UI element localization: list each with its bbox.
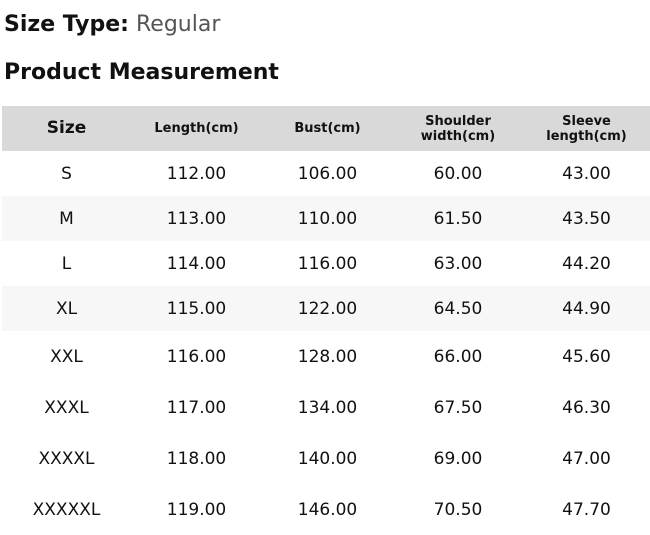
- size-type-line: Size Type: Regular: [4, 10, 220, 40]
- header-bust: Bust(cm): [262, 106, 393, 151]
- cell-length: 112.00: [166, 163, 227, 184]
- cell-sleeve-length: 47.00: [562, 448, 611, 469]
- cell-size: XXL: [50, 346, 83, 367]
- cell-size: XXXL: [44, 397, 89, 418]
- header-sleeve-length: Sleeve length(cm): [523, 106, 650, 151]
- cell-sleeve-length: 46.30: [562, 397, 611, 418]
- cell-size: L: [61, 253, 72, 274]
- cell-bust: 116.00: [297, 253, 358, 274]
- measurement-table: Size Length(cm) Bust(cm) Shoulder width(…: [2, 106, 650, 535]
- table-row: M 113.00 110.00 61.50 43.50: [2, 196, 650, 241]
- cell-sleeve-length: 43.50: [523, 196, 650, 241]
- size-type-label: Size Type:: [4, 12, 129, 37]
- size-type-value: Regular: [135, 12, 221, 37]
- cell-shoulder-width: 67.50: [433, 397, 483, 418]
- cell-shoulder-width: 66.00: [433, 346, 483, 367]
- cell-sleeve-length: 44.20: [562, 253, 611, 274]
- cell-bust: 110.00: [262, 196, 393, 241]
- cell-sleeve-length: 43.00: [562, 163, 611, 184]
- cell-shoulder-width: 61.50: [393, 196, 523, 241]
- cell-bust: 146.00: [297, 499, 358, 520]
- cell-shoulder-width: 69.00: [433, 448, 483, 469]
- cell-shoulder-width: 64.50: [393, 286, 523, 331]
- header-size: Size: [2, 106, 131, 151]
- cell-size: XXXXXL: [32, 499, 101, 520]
- cell-shoulder-width: 70.50: [433, 499, 483, 520]
- cell-length: 114.00: [166, 253, 227, 274]
- table-row: XXL 116.00 128.00 66.00 45.60: [2, 331, 650, 382]
- cell-size: XL: [2, 286, 131, 331]
- header-length: Length(cm): [131, 106, 262, 151]
- section-title: Product Measurement: [4, 60, 279, 85]
- table-row: XXXXL 118.00 140.00 69.00 47.00: [2, 433, 650, 484]
- cell-length: 115.00: [131, 286, 262, 331]
- cell-bust: 128.00: [297, 346, 358, 367]
- cell-bust: 122.00: [262, 286, 393, 331]
- cell-length: 117.00: [166, 397, 227, 418]
- cell-bust: 106.00: [297, 163, 358, 184]
- table-row: XXXXXL 119.00 146.00 70.50 47.70: [2, 484, 650, 535]
- table-row: XXXL 117.00 134.00 67.50 46.30: [2, 382, 650, 433]
- cell-length: 113.00: [131, 196, 262, 241]
- cell-length: 119.00: [166, 499, 227, 520]
- cell-bust: 134.00: [297, 397, 358, 418]
- cell-length: 118.00: [166, 448, 227, 469]
- cell-size: S: [61, 163, 72, 184]
- table-row: L 114.00 116.00 63.00 44.20: [2, 241, 650, 286]
- cell-length: 116.00: [166, 346, 227, 367]
- cell-size: XXXXL: [38, 448, 95, 469]
- table-row: S 112.00 106.00 60.00 43.00: [2, 151, 650, 196]
- table-row: XL 115.00 122.00 64.50 44.90: [2, 286, 650, 331]
- cell-sleeve-length: 44.90: [523, 286, 650, 331]
- cell-size: M: [2, 196, 131, 241]
- cell-shoulder-width: 63.00: [433, 253, 483, 274]
- header-shoulder-width: Shoulder width(cm): [393, 106, 523, 151]
- cell-sleeve-length: 47.70: [562, 499, 611, 520]
- cell-sleeve-length: 45.60: [562, 346, 611, 367]
- table-header-row: Size Length(cm) Bust(cm) Shoulder width(…: [2, 106, 650, 151]
- cell-bust: 140.00: [297, 448, 358, 469]
- cell-shoulder-width: 60.00: [433, 163, 483, 184]
